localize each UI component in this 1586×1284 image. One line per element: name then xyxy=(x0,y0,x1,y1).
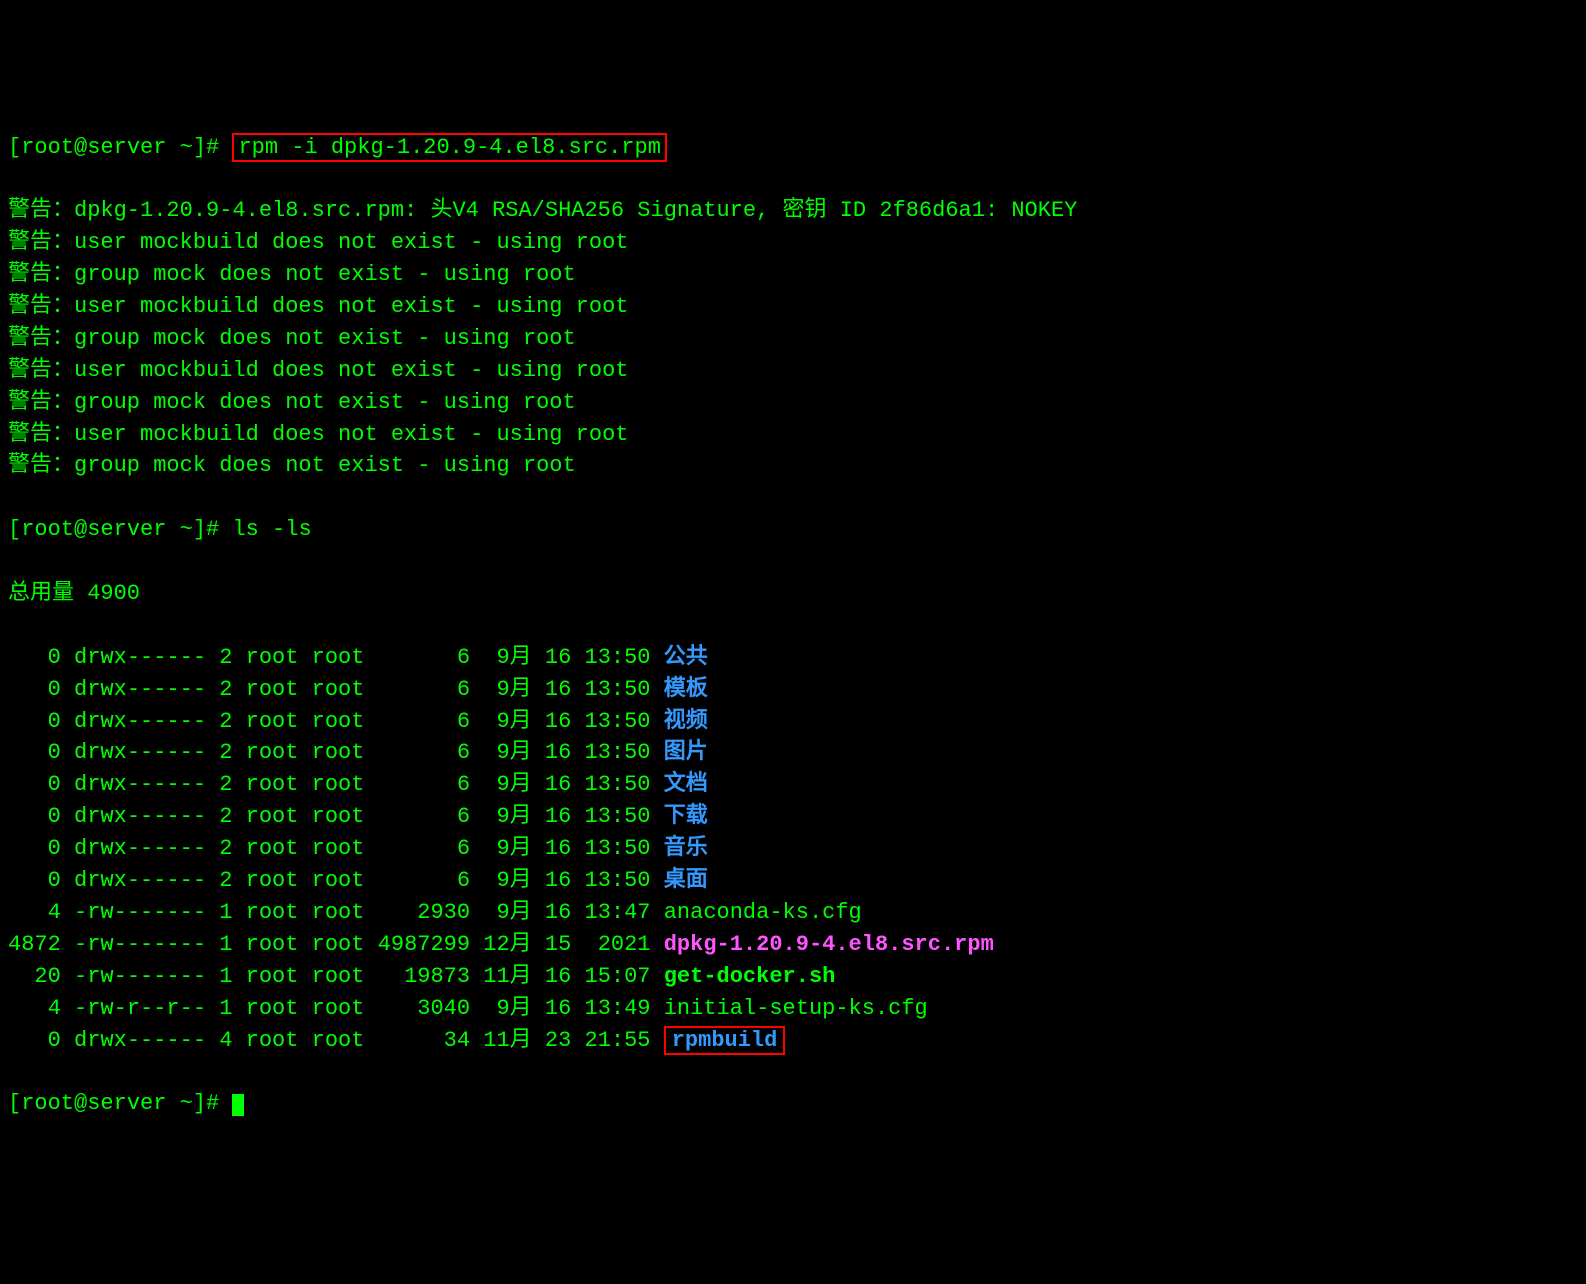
ls-row-meta: 4 -rw------- 1 root root 2930 9月 16 13:4… xyxy=(8,900,664,925)
warning-line: 警告：user mockbuild does not exist - using… xyxy=(8,227,1578,259)
ls-row: 0 drwx------ 2 root root 6 9月 16 13:50 模… xyxy=(8,674,1578,706)
ls-row: 4 -rw------- 1 root root 2930 9月 16 13:4… xyxy=(8,897,1578,929)
ls-row: 0 drwx------ 2 root root 6 9月 16 13:50 图… xyxy=(8,737,1578,769)
ls-row-filename: initial-setup-ks.cfg xyxy=(664,996,928,1021)
ls-row-filename: 视频 xyxy=(664,709,708,734)
ls-row: 0 drwx------ 4 root root 34 11月 23 21:55… xyxy=(8,1025,1578,1057)
warning-line: 警告：dpkg-1.20.9-4.el8.src.rpm: 头V4 RSA/SH… xyxy=(8,195,1578,227)
ls-row: 0 drwx------ 2 root root 6 9月 16 13:50 公… xyxy=(8,642,1578,674)
ls-row-filename: 下载 xyxy=(664,804,708,829)
ls-row: 0 drwx------ 2 root root 6 9月 16 13:50 下… xyxy=(8,801,1578,833)
ls-row-meta: 0 drwx------ 2 root root 6 9月 16 13:50 xyxy=(8,740,664,765)
prompt-line-1[interactable]: [root@server ~]# rpm -i dpkg-1.20.9-4.el… xyxy=(8,132,1578,164)
command-rpm-install: rpm -i dpkg-1.20.9-4.el8.src.rpm xyxy=(232,133,666,162)
warning-block: 警告：dpkg-1.20.9-4.el8.src.rpm: 头V4 RSA/SH… xyxy=(8,195,1578,482)
shell-prompt: [root@server ~]# xyxy=(8,135,232,160)
ls-row-meta: 0 drwx------ 2 root root 6 9月 16 13:50 xyxy=(8,804,664,829)
ls-row-meta: 20 -rw------- 1 root root 19873 11月 16 1… xyxy=(8,964,664,989)
ls-row-meta: 0 drwx------ 2 root root 6 9月 16 13:50 xyxy=(8,772,664,797)
ls-row-filename: anaconda-ks.cfg xyxy=(664,900,862,925)
ls-row-filename: 桌面 xyxy=(664,868,708,893)
ls-row-meta: 4872 -rw------- 1 root root 4987299 12月 … xyxy=(8,932,664,957)
ls-row-meta: 0 drwx------ 2 root root 6 9月 16 13:50 xyxy=(8,677,664,702)
ls-row-meta: 0 drwx------ 2 root root 6 9月 16 13:50 xyxy=(8,645,664,670)
ls-row-filename: 音乐 xyxy=(664,836,708,861)
ls-row-filename: get-docker.sh xyxy=(664,964,836,989)
ls-row: 0 drwx------ 2 root root 6 9月 16 13:50 音… xyxy=(8,833,1578,865)
shell-prompt: [root@server ~]# xyxy=(8,1091,232,1116)
warning-line: 警告：group mock does not exist - using roo… xyxy=(8,259,1578,291)
ls-row-filename: 文档 xyxy=(664,772,708,797)
ls-row-filename: 模板 xyxy=(664,677,708,702)
prompt-line-3[interactable]: [root@server ~]# xyxy=(8,1088,1578,1120)
shell-prompt: [root@server ~]# xyxy=(8,517,232,542)
warning-line: 警告：user mockbuild does not exist - using… xyxy=(8,419,1578,451)
ls-row-meta: 0 drwx------ 4 root root 34 11月 23 21:55 xyxy=(8,1028,664,1053)
ls-row-meta: 4 -rw-r--r-- 1 root root 3040 9月 16 13:4… xyxy=(8,996,664,1021)
ls-row: 20 -rw------- 1 root root 19873 11月 16 1… xyxy=(8,961,1578,993)
warning-line: 警告：group mock does not exist - using roo… xyxy=(8,323,1578,355)
warning-line: 警告：group mock does not exist - using roo… xyxy=(8,450,1578,482)
ls-row: 0 drwx------ 2 root root 6 9月 16 13:50 文… xyxy=(8,769,1578,801)
ls-row-filename: 公共 xyxy=(664,645,708,670)
ls-row-filename: 图片 xyxy=(664,740,708,765)
warning-line: 警告：user mockbuild does not exist - using… xyxy=(8,355,1578,387)
warning-line: 警告：user mockbuild does not exist - using… xyxy=(8,291,1578,323)
ls-row: 0 drwx------ 2 root root 6 9月 16 13:50 桌… xyxy=(8,865,1578,897)
ls-row: 0 drwx------ 2 root root 6 9月 16 13:50 视… xyxy=(8,706,1578,738)
ls-row-filename: dpkg-1.20.9-4.el8.src.rpm xyxy=(664,932,994,957)
cursor-block xyxy=(232,1094,244,1116)
ls-row-filename: rpmbuild xyxy=(664,1026,786,1055)
ls-row-meta: 0 drwx------ 2 root root 6 9月 16 13:50 xyxy=(8,709,664,734)
warning-line: 警告：group mock does not exist - using roo… xyxy=(8,387,1578,419)
command-ls: ls -ls xyxy=(232,517,311,542)
ls-listing: 0 drwx------ 2 root root 6 9月 16 13:50 公… xyxy=(8,642,1578,1057)
ls-total: 总用量 4900 xyxy=(8,578,1578,610)
ls-row-meta: 0 drwx------ 2 root root 6 9月 16 13:50 xyxy=(8,836,664,861)
ls-row: 4 -rw-r--r-- 1 root root 3040 9月 16 13:4… xyxy=(8,993,1578,1025)
prompt-line-2[interactable]: [root@server ~]# ls -ls xyxy=(8,514,1578,546)
ls-row: 4872 -rw------- 1 root root 4987299 12月 … xyxy=(8,929,1578,961)
ls-row-meta: 0 drwx------ 2 root root 6 9月 16 13:50 xyxy=(8,868,664,893)
